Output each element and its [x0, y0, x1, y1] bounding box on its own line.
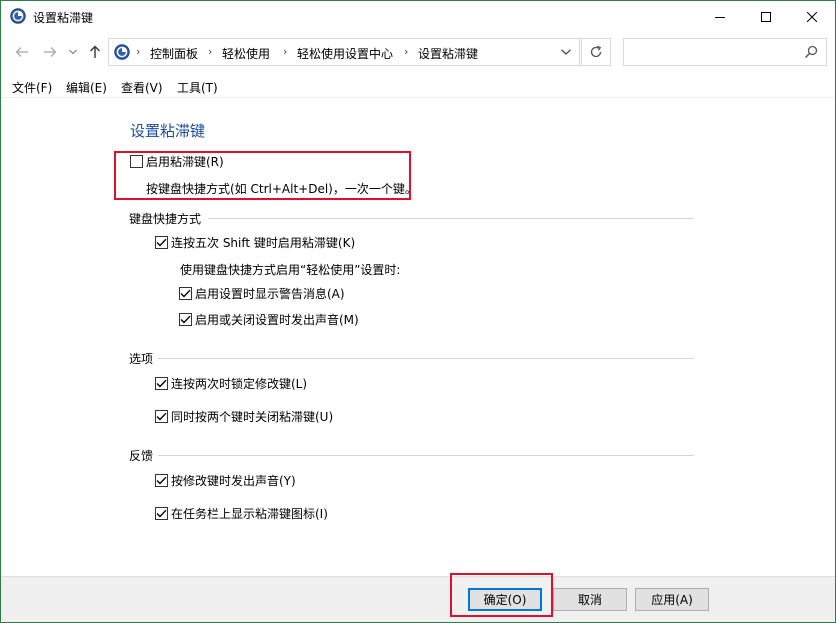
checkmark-icon [155, 507, 168, 520]
ok-button[interactable]: 确定(O) [468, 588, 542, 611]
enable-description: 按键盘快捷方式(如 Ctrl+Alt+Del)，一次一个键。 [146, 182, 417, 196]
window-title: 设置粘滞键 [33, 11, 94, 25]
page-title: 设置粘滞键 [130, 122, 206, 140]
shift-five-times-label: 连按五次 Shift 键时启用粘滞键(K) [171, 236, 356, 250]
arrow-right-icon [44, 47, 57, 57]
breadcrumb-separator-icon: › [404, 45, 409, 58]
cancel-button[interactable]: 取消 [553, 588, 627, 611]
menu-tools[interactable]: 工具(T) [177, 79, 218, 96]
menu-file[interactable]: 文件(F) [12, 79, 52, 96]
up-button[interactable] [86, 43, 104, 61]
chevron-down-icon [561, 49, 571, 55]
ease-of-access-icon [10, 8, 26, 24]
minimize-button[interactable] [697, 1, 743, 32]
shortcut-note: 使用键盘快捷方式启用“轻松使用”设置时: [180, 263, 401, 277]
modifier-sound-label: 按修改键时发出声音(Y) [171, 474, 296, 488]
checkmark-icon [179, 313, 192, 326]
search-input[interactable] [623, 38, 827, 66]
checkmark-icon [179, 287, 192, 300]
show-warning-label: 启用设置时显示警告消息(A) [195, 287, 345, 301]
breadcrumb-separator-icon: › [208, 45, 213, 58]
toggle-sound-label: 启用或关闭设置时发出声音(M) [195, 313, 359, 327]
taskbar-icon-checkbox[interactable]: 在任务栏上显示粘滞键图标(I) [155, 505, 328, 522]
button-bar: 确定(O) 取消 应用(A) [1, 573, 835, 622]
address-dropdown-button[interactable] [553, 39, 579, 65]
apply-button[interactable]: 应用(A) [635, 588, 709, 611]
refresh-icon [590, 45, 602, 58]
maximize-icon [761, 11, 771, 22]
settings-content: 设置粘滞键 启用粘滞键(R) 按键盘快捷方式(如 Ctrl+Alt+Del)，一… [1, 98, 835, 576]
chevron-down-icon [69, 49, 77, 55]
recent-locations-button[interactable] [64, 43, 82, 61]
menu-view[interactable]: 查看(V) [121, 79, 163, 96]
group-options-title: 选项 [129, 352, 154, 366]
forward-button[interactable] [41, 43, 59, 61]
group-feedback-title: 反馈 [129, 449, 154, 463]
breadcrumb-control-panel[interactable]: 控制面板 [150, 45, 198, 62]
toggle-sound-checkbox[interactable]: 启用或关闭设置时发出声音(M) [179, 311, 359, 328]
breadcrumb-ease-of-access[interactable]: 轻松使用 [222, 45, 270, 62]
breadcrumb-separator-icon: › [283, 45, 288, 58]
group-divider [208, 218, 694, 219]
breadcrumb-ease-of-access-center[interactable]: 轻松使用设置中心 [297, 45, 393, 62]
arrow-up-icon [90, 45, 100, 58]
back-button[interactable] [13, 43, 31, 61]
search-icon [804, 45, 818, 59]
lock-modifier-checkbox[interactable]: 连按两次时锁定修改键(L) [155, 375, 307, 392]
breadcrumb-sticky-keys[interactable]: 设置粘滞键 [418, 45, 478, 62]
maximize-button[interactable] [743, 1, 789, 32]
refresh-button[interactable] [581, 38, 611, 66]
breadcrumb-separator-icon: › [136, 45, 141, 58]
turn-off-two-keys-checkbox[interactable]: 同时按两个键时关闭粘滞键(U) [155, 408, 333, 425]
close-button[interactable] [789, 1, 835, 32]
taskbar-icon-label: 在任务栏上显示粘滞键图标(I) [171, 507, 328, 521]
menu-edit[interactable]: 编辑(E) [66, 79, 107, 96]
group-divider [158, 358, 694, 359]
arrow-left-icon [15, 47, 28, 57]
checkmark-icon [155, 474, 168, 487]
shift-five-times-checkbox[interactable]: 连按五次 Shift 键时启用粘滞键(K) [155, 234, 355, 251]
checkmark-icon [155, 410, 168, 423]
close-icon [807, 11, 817, 22]
sticky-keys-window: 设置粘滞键 › 控制面板 › 轻松使用 › 轻松使用设置中心 › 设置粘滞键 文… [0, 0, 836, 623]
title-bar: 设置粘滞键 [1, 1, 835, 32]
menu-bar: 文件(F) 编辑(E) 查看(V) 工具(T) [1, 72, 835, 98]
enable-sticky-keys-label: 启用粘滞键(R) [146, 155, 224, 169]
enable-sticky-keys-checkbox[interactable]: 启用粘滞键(R) [130, 153, 224, 170]
minimize-icon [715, 16, 725, 18]
control-panel-icon [114, 44, 130, 60]
lock-modifier-label: 连按两次时锁定修改键(L) [171, 377, 308, 391]
checkbox-unchecked-icon [130, 155, 143, 168]
address-bar[interactable]: › 控制面板 › 轻松使用 › 轻松使用设置中心 › 设置粘滞键 [108, 38, 580, 66]
modifier-sound-checkbox[interactable]: 按修改键时发出声音(Y) [155, 472, 296, 489]
turn-off-two-keys-label: 同时按两个键时关闭粘滞键(U) [171, 410, 334, 424]
checkmark-icon [155, 377, 168, 390]
checkmark-icon [155, 236, 168, 249]
group-keyboard-shortcut-title: 键盘快捷方式 [129, 212, 202, 226]
show-warning-checkbox[interactable]: 启用设置时显示警告消息(A) [179, 285, 345, 302]
group-divider [158, 455, 694, 456]
navigation-bar: › 控制面板 › 轻松使用 › 轻松使用设置中心 › 设置粘滞键 [1, 32, 835, 72]
